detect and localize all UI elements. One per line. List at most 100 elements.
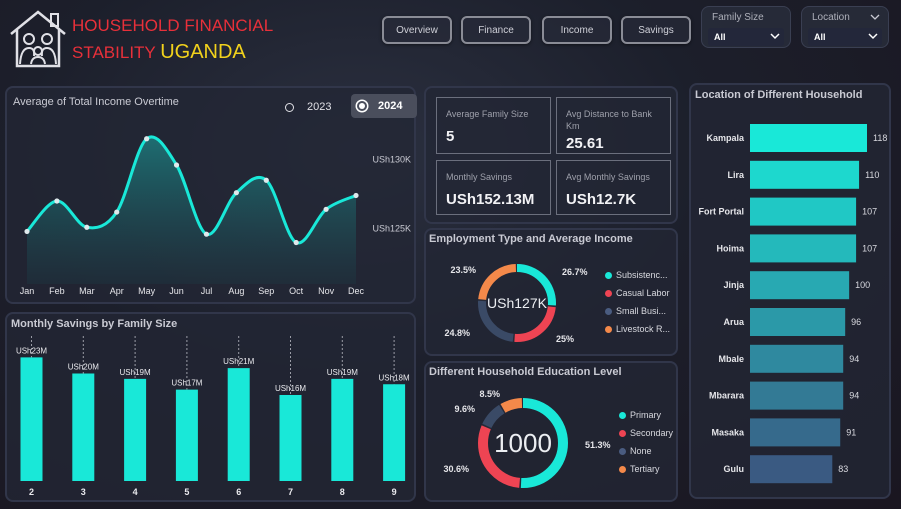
x-tick-label: 9 — [392, 487, 397, 497]
legend-label: Small Busi... — [616, 306, 667, 316]
page-title: HOUSEHOLD FINANCIAL STABILITY UGANDA — [72, 13, 273, 66]
legend-dot — [605, 307, 612, 315]
donut-center-value: 1000 — [494, 428, 552, 458]
bar-data-label: 107 — [862, 207, 877, 217]
slice-value-label: 8.5% — [479, 389, 500, 399]
legend-dot — [605, 271, 612, 279]
title-uganda: UGANDA — [160, 41, 246, 63]
kpi-label: Monthly Savings — [446, 172, 513, 182]
legend-item: Small Busi... — [605, 302, 670, 320]
income-point-jan — [24, 228, 30, 235]
legend-dot — [619, 411, 626, 419]
savings-bar-size-7 — [279, 395, 302, 481]
bar-data-label: USh21M — [223, 357, 254, 366]
income-point-mar — [84, 224, 90, 230]
x-tick-label: Feb — [49, 286, 65, 296]
savings-bar-size-4 — [124, 378, 147, 481]
location-bar-lira — [750, 160, 860, 189]
slice-value-label: 24.8% — [444, 328, 470, 338]
location-bar-masaka — [750, 418, 841, 447]
overview-button[interactable]: Overview — [382, 16, 452, 44]
income-point-oct — [293, 239, 299, 246]
location-bar-jinja — [750, 271, 850, 300]
income-point-sep — [263, 177, 269, 183]
bar-data-label: 107 — [862, 243, 877, 253]
legend-item: None — [619, 442, 673, 460]
employment-legend: Subsistenc... Casual Labor Small Busi...… — [605, 266, 670, 338]
income-point-apr — [114, 209, 120, 215]
avg-distance-card: Avg Distance to Bank Km 25.61 — [556, 97, 671, 154]
location-bar-chart: Kampala 118 Lira 110 Fort Portal 107 Hoima 107 J… — [698, 124, 887, 484]
x-tick-label: 8 — [340, 487, 345, 497]
bar-data-label: 94 — [849, 391, 859, 401]
kpi-value: USh152.13M — [446, 191, 535, 208]
legend-dot — [619, 465, 626, 473]
kpi-panel: Average Family Size 5 Avg Distance to Ba… — [424, 86, 678, 224]
bar-data-label: 94 — [849, 354, 859, 364]
kpi-label: Avg Monthly Savings — [566, 172, 650, 182]
location-value: All — [814, 32, 826, 42]
legend-item: Casual Labor — [605, 284, 670, 302]
title-line-1: HOUSEHOLD FINANCIAL — [72, 16, 274, 35]
location-bar-fort-portal — [750, 197, 857, 226]
legend-item: Tertiary — [619, 460, 673, 478]
savings-button[interactable]: Savings — [621, 16, 691, 44]
location-label: Location — [812, 12, 850, 23]
family-size-dropdown[interactable]: All — [708, 28, 784, 46]
donut-center-value: USh127K — [487, 295, 548, 311]
chevron-down-icon — [770, 33, 780, 40]
legend-dot — [605, 325, 612, 333]
x-tick-label: May — [138, 286, 156, 296]
income-point-jun — [173, 162, 180, 168]
y-tick-label: Arua — [723, 317, 744, 327]
bar-data-label: USh19M — [120, 368, 151, 377]
bar-data-label: USh16M — [275, 384, 306, 393]
location-bar-gulu — [750, 455, 833, 484]
kpi-value: USh12.7K — [566, 191, 637, 208]
x-tick-label: 6 — [236, 487, 241, 497]
location-bar-mbale — [750, 344, 844, 373]
income-line-chart: Jan Feb Mar Apr May Jun Jul Aug Sep Oct Nov Dec USh1… — [20, 135, 411, 296]
slice-value-label: 9.6% — [454, 404, 475, 414]
avg-monthly-savings-card: Avg Monthly Savings USh12.7K — [556, 160, 671, 215]
bar-data-label: USh18M — [379, 373, 410, 382]
employment-panel: Employment Type and Average Income USh12… — [424, 228, 678, 356]
y-tick-label: USh130K — [372, 155, 411, 165]
location-slicer[interactable]: Location All — [801, 6, 889, 48]
income-point-jul — [203, 231, 210, 237]
x-tick-label: 4 — [133, 487, 138, 497]
title-stability: STABILITY — [72, 43, 156, 62]
location-bar-kampala — [750, 124, 867, 152]
location-bar-arua — [750, 308, 846, 336]
income-point-may — [144, 136, 150, 142]
bar-data-label: 96 — [851, 317, 861, 327]
legend-label: Tertiary — [630, 464, 660, 474]
finance-button[interactable]: Finance — [461, 16, 531, 44]
savings-bar-size-8 — [331, 378, 354, 481]
family-size-slicer[interactable]: Family Size All — [701, 6, 791, 48]
y-tick-label: Mbarara — [709, 391, 745, 401]
legend-dot — [619, 429, 626, 437]
bar-data-label: 118 — [873, 133, 887, 143]
x-tick-label: Nov — [318, 286, 335, 296]
location-panel: Location of Different Household Kampala 1… — [689, 83, 891, 499]
x-tick-label: 5 — [184, 487, 189, 497]
legend-label: Casual Labor — [616, 288, 670, 298]
house-family-logo-icon — [10, 10, 66, 68]
kpi-value: 25.61 — [566, 135, 604, 152]
legend-item: Livestock R... — [605, 320, 670, 338]
monthly-savings-card: Monthly Savings USh152.13M — [436, 160, 551, 215]
family-size-value: All — [714, 32, 726, 42]
income-button[interactable]: Income — [542, 16, 612, 44]
x-tick-label: 2 — [29, 487, 34, 497]
kpi-label: Avg Distance to Bank Km — [566, 109, 652, 131]
savings-bar-size-3 — [72, 373, 95, 481]
chevron-down-icon — [868, 33, 878, 40]
y-tick-label: Fort Portal — [698, 207, 744, 217]
legend-label: None — [630, 446, 652, 456]
education-legend: Primary Secondary None Tertiary — [619, 406, 673, 478]
savings-bar-size-5 — [175, 389, 198, 481]
x-tick-label: Jun — [169, 286, 184, 296]
legend-dot — [605, 289, 612, 297]
location-dropdown[interactable]: All — [808, 28, 882, 46]
